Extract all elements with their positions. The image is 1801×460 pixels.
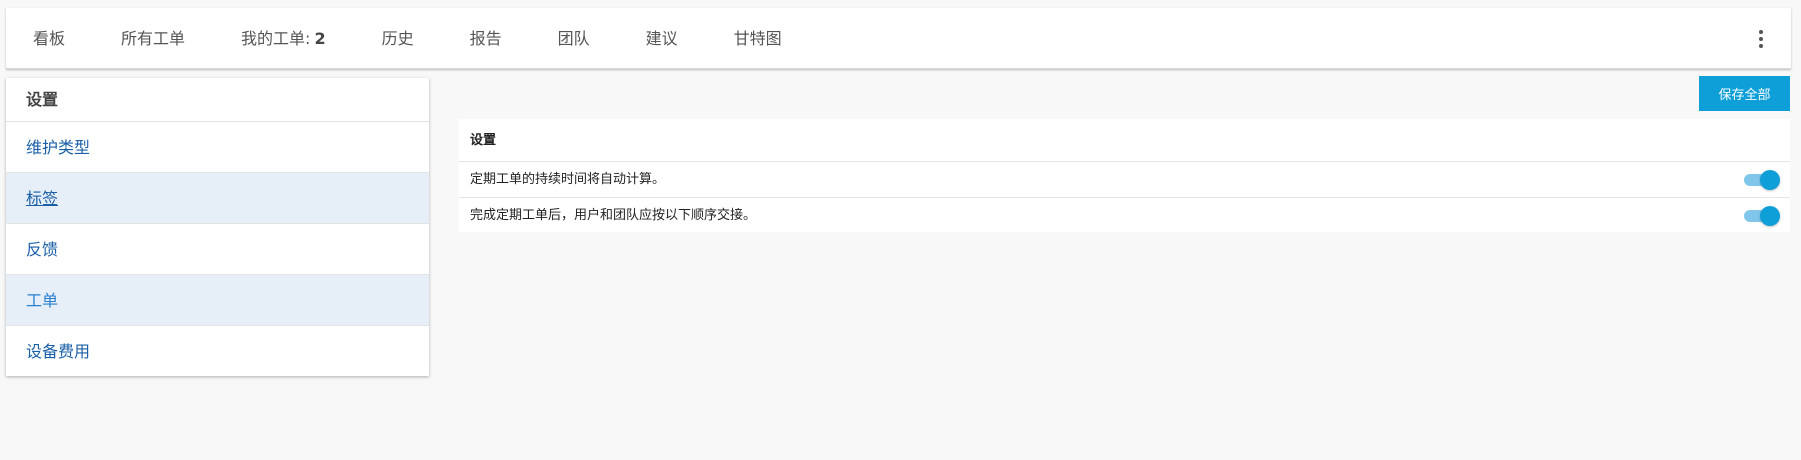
kebab-dot — [1759, 37, 1763, 41]
settings-panel: 设置 定期工单的持续时间将自动计算。 完成定期工单后，用户和团队应按以下顺序交接… — [459, 119, 1790, 232]
sidebar-item-tags[interactable]: 标签 — [6, 172, 429, 223]
my-work-orders-count: 2 — [314, 29, 326, 48]
handover-order-toggle[interactable] — [1742, 206, 1780, 226]
setting-label: 定期工单的持续时间将自动计算。 — [470, 172, 666, 187]
sidebar-item-feedback[interactable]: 反馈 — [6, 223, 429, 274]
sidebar-item-work-orders[interactable]: 工单 — [6, 274, 429, 325]
tab-my-work-orders-label: 我的工单: — [241, 29, 311, 48]
sidebar-item-label: 反馈 — [26, 240, 59, 259]
toggle-knob — [1760, 170, 1780, 190]
tab-kanban-label: 看板 — [33, 29, 66, 48]
tab-my-work-orders[interactable]: 我的工单: 2 — [213, 8, 354, 69]
top-nav-bar: 看板 所有工单 我的工单: 2 历史 报告 团队 建议 甘特图 — [6, 8, 1791, 69]
setting-label: 完成定期工单后，用户和团队应按以下顺序交接。 — [470, 208, 757, 223]
tab-suggestions[interactable]: 建议 — [618, 8, 706, 69]
sidebar-item-label: 标签 — [26, 189, 59, 208]
settings-sidebar: 设置 维护类型 标签 反馈 工单 设备费用 — [6, 78, 429, 376]
kebab-dot — [1759, 44, 1763, 48]
tab-suggestions-label: 建议 — [645, 29, 678, 48]
sidebar-item-label: 设备费用 — [26, 342, 91, 361]
tab-all-work-orders[interactable]: 所有工单 — [93, 8, 213, 69]
sidebar-item-equipment-costs[interactable]: 设备费用 — [6, 325, 429, 376]
settings-panel-header: 设置 — [459, 119, 1790, 162]
sidebar-title: 设置 — [26, 90, 59, 109]
tab-teams-label: 团队 — [557, 29, 590, 48]
setting-row-auto-duration: 定期工单的持续时间将自动计算。 — [459, 162, 1790, 197]
sidebar-item-maintenance-types[interactable]: 维护类型 — [6, 121, 429, 172]
tab-history[interactable]: 历史 — [354, 8, 442, 69]
tab-kanban[interactable]: 看板 — [6, 8, 93, 69]
kebab-vertical-icon[interactable] — [1755, 30, 1767, 48]
tab-reports-label: 报告 — [469, 29, 502, 48]
tab-reports[interactable]: 报告 — [442, 8, 530, 69]
top-nav-tabs: 看板 所有工单 我的工单: 2 历史 报告 团队 建议 甘特图 — [6, 8, 810, 69]
kebab-dot — [1759, 30, 1763, 34]
setting-row-handover-order: 完成定期工单后，用户和团队应按以下顺序交接。 — [459, 197, 1790, 232]
tab-gantt-label: 甘特图 — [733, 29, 782, 48]
sidebar-item-label: 维护类型 — [26, 138, 91, 157]
save-all-button[interactable]: 保存全部 — [1699, 76, 1790, 111]
auto-duration-toggle[interactable] — [1742, 170, 1780, 190]
tab-teams[interactable]: 团队 — [530, 8, 618, 69]
toggle-knob — [1760, 206, 1780, 226]
tab-history-label: 历史 — [381, 29, 414, 48]
sidebar-item-label: 工单 — [26, 291, 59, 310]
tab-all-work-orders-label: 所有工单 — [121, 29, 186, 48]
tab-gantt[interactable]: 甘特图 — [706, 8, 810, 69]
